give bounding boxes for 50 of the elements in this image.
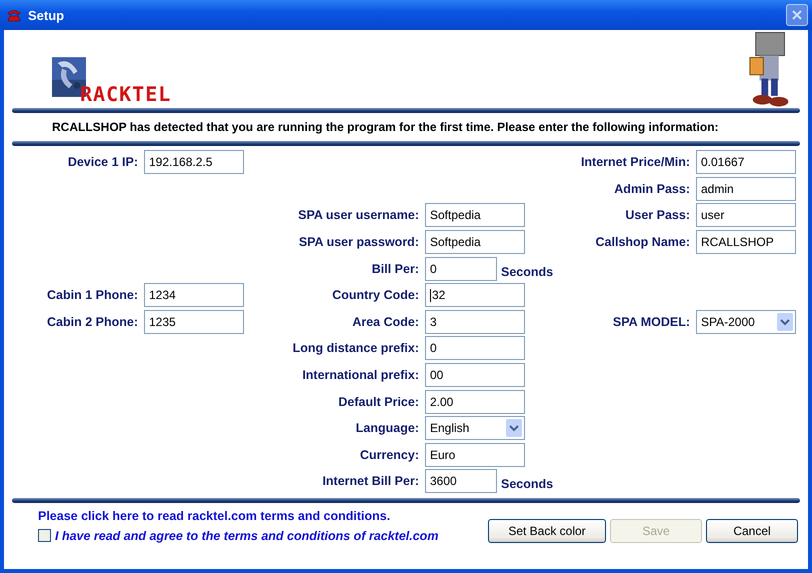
input-field[interactable]: 3 bbox=[425, 310, 525, 334]
input-field[interactable]: user bbox=[696, 203, 796, 228]
field-label: Area Code: bbox=[352, 314, 419, 329]
window-title: Setup bbox=[28, 8, 66, 22]
field-label: Admin Pass: bbox=[614, 182, 690, 196]
field-label: Bill Per: bbox=[372, 262, 419, 276]
field-label: Cabin 2 Phone: bbox=[47, 314, 138, 329]
field-label: Long distance prefix: bbox=[292, 341, 419, 356]
dialog-button[interactable]: Cancel bbox=[706, 518, 798, 543]
input-field[interactable]: Softpedia bbox=[425, 203, 525, 228]
dropdown[interactable]: SPA-2000 bbox=[696, 310, 796, 334]
field-label: Device 1 IP: bbox=[68, 155, 138, 170]
dropdown[interactable]: English bbox=[425, 416, 525, 440]
checkbox[interactable] bbox=[38, 529, 51, 542]
input-field[interactable]: 2.00 bbox=[425, 390, 525, 414]
instruction-text: RCALLSHOP has detected that you are running the program for the first time. Please enter the following information: bbox=[51, 119, 720, 136]
input-field[interactable]: Euro bbox=[425, 442, 525, 467]
field-label: Country Code: bbox=[332, 288, 419, 302]
dialog-button[interactable]: Set Back color bbox=[488, 518, 606, 543]
input-field[interactable]: 192.168.2.5 bbox=[144, 150, 244, 174]
input-field[interactable]: 1235 bbox=[144, 310, 244, 334]
input-field[interactable]: 0.01667 bbox=[696, 150, 796, 174]
field-label: Internet Price/Min: bbox=[580, 155, 690, 170]
input-field[interactable]: Softpedia bbox=[425, 230, 525, 254]
field-label: Language: bbox=[356, 421, 419, 436]
input-field[interactable]: 1234 bbox=[144, 283, 244, 308]
input-field[interactable]: RCALLSHOP bbox=[696, 230, 796, 254]
unit-label: Seconds bbox=[501, 264, 554, 279]
terms-link[interactable]: Please click here to read racktel.com terms and conditions. bbox=[38, 508, 438, 523]
input-field[interactable]: admin bbox=[696, 176, 796, 201]
input-field[interactable]: 0 bbox=[425, 256, 497, 281]
field-label: User Pass: bbox=[625, 208, 690, 222]
field-label: Callshop Name: bbox=[596, 235, 690, 250]
checkbox-label: I have read and agree to the terms and conditions of racktel.com bbox=[55, 528, 438, 543]
field-label: Currency: bbox=[360, 448, 419, 462]
input-field[interactable]: 32 bbox=[425, 283, 525, 308]
logo-text: RACKTEL bbox=[80, 82, 172, 106]
input-field[interactable]: 0 bbox=[425, 336, 525, 360]
input-field[interactable]: 3600 bbox=[425, 469, 497, 494]
field-label: SPA user password: bbox=[298, 235, 419, 250]
close-icon bbox=[792, 10, 802, 20]
field-label: Cabin 1 Phone: bbox=[47, 288, 138, 302]
field-label: SPA MODEL: bbox=[612, 314, 690, 329]
field-label: SPA user username: bbox=[298, 208, 419, 222]
field-label: International prefix: bbox=[302, 368, 419, 382]
field-label: Internet Bill Per: bbox=[322, 474, 419, 488]
input-field[interactable]: 00 bbox=[425, 363, 525, 388]
field-label: Default Price: bbox=[338, 394, 419, 409]
phone-icon bbox=[6, 7, 22, 23]
unit-label: Seconds bbox=[501, 477, 554, 492]
